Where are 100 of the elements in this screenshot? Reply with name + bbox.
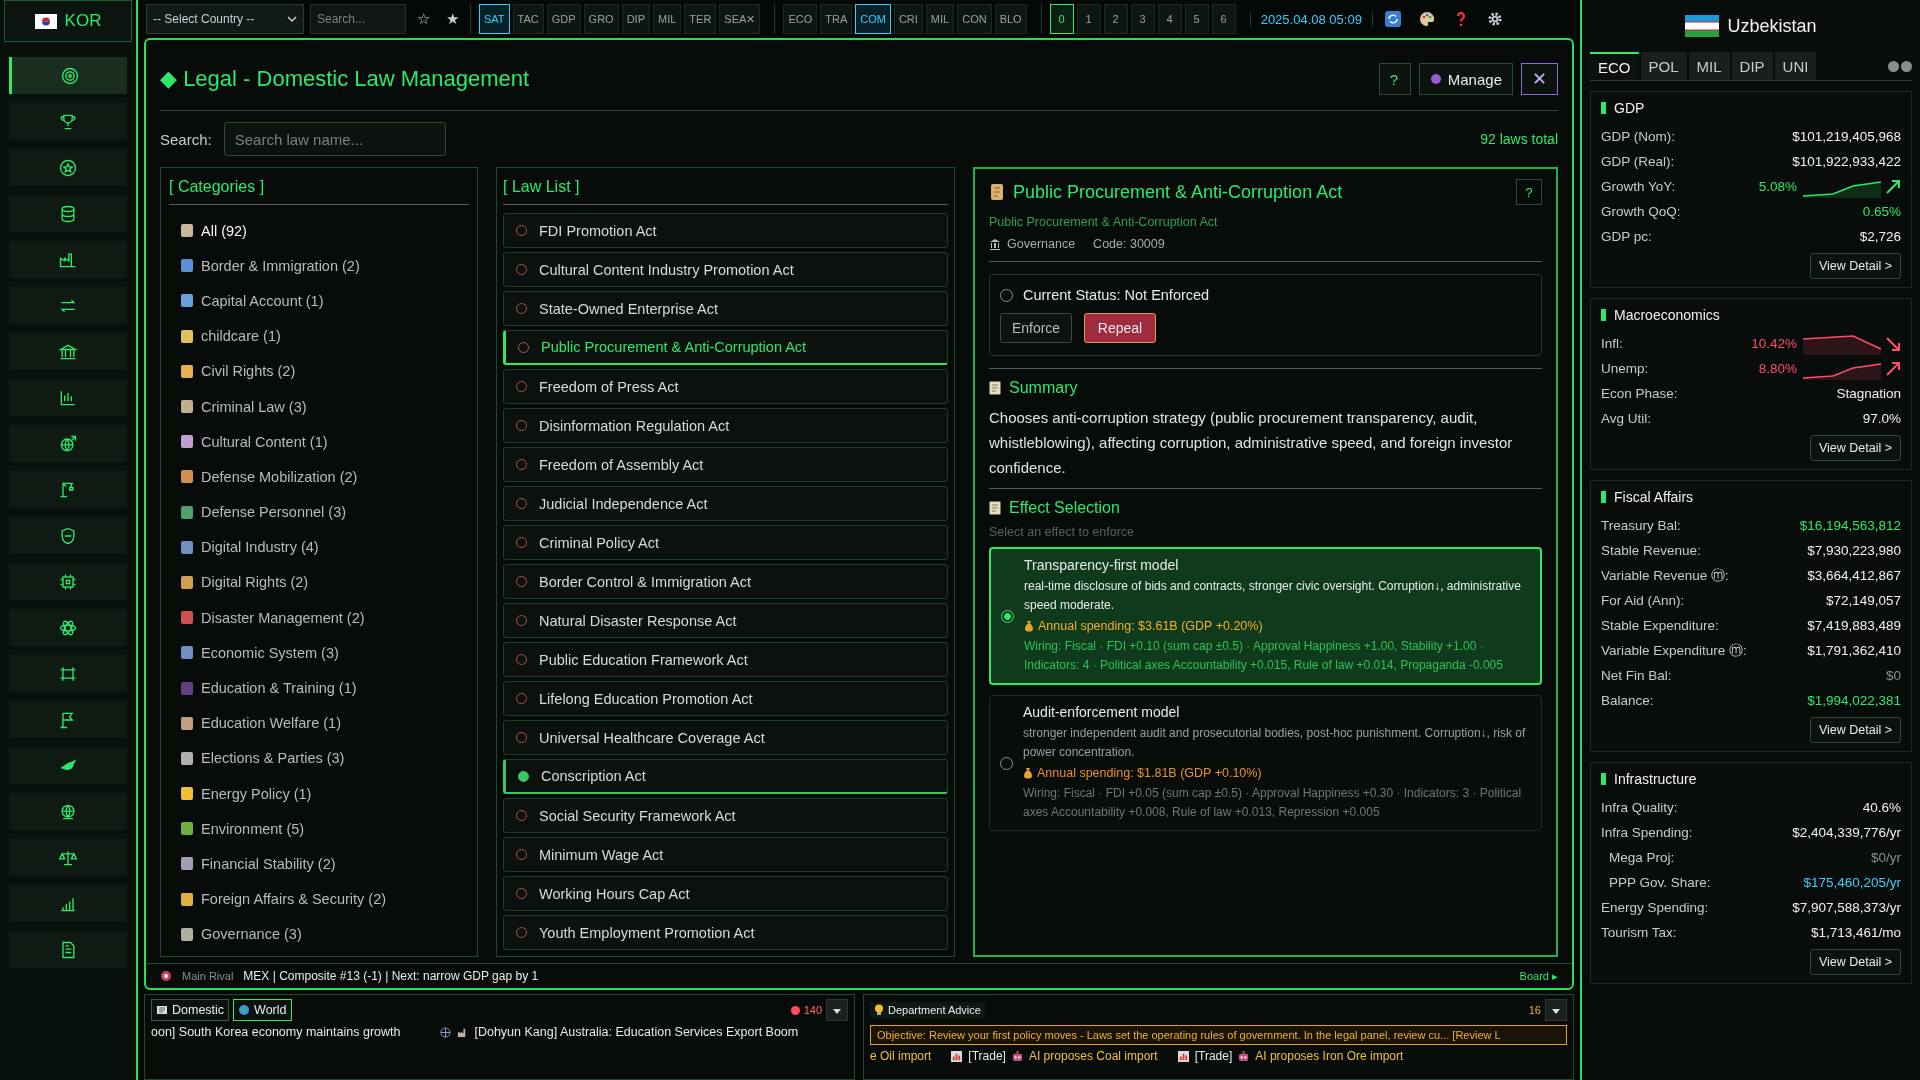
law-item[interactable]: Universal Healthcare Coverage Act: [503, 720, 948, 755]
map-tab[interactable]: CRI: [893, 4, 923, 34]
category-item[interactable]: Foreign Affairs & Security (2): [169, 881, 469, 917]
view-detail-button[interactable]: View Detail >: [1809, 949, 1901, 975]
law-item[interactable]: State-Owned Enterprise Act: [503, 291, 948, 326]
category-item[interactable]: Education & Training (1): [169, 670, 469, 706]
enforce-button[interactable]: Enforce: [1000, 313, 1072, 343]
news-item[interactable]: e Oil import: [870, 1049, 932, 1063]
map-tab[interactable]: GRO: [583, 4, 619, 34]
help-button[interactable]: ?: [1378, 63, 1411, 95]
effect-option[interactable]: [989, 695, 1542, 831]
panel-tab[interactable]: UNI: [1774, 52, 1817, 80]
effect-radio[interactable]: [1001, 609, 1014, 623]
map-tab[interactable]: 5: [1184, 4, 1209, 34]
law-item[interactable]: Social Security Framework Act: [503, 798, 948, 833]
category-item[interactable]: Cultural Content (1): [169, 424, 469, 460]
map-tab[interactable]: 1: [1076, 4, 1101, 34]
panel-tab[interactable]: POL: [1640, 52, 1687, 80]
category-item[interactable]: All (92): [169, 213, 469, 249]
sidebar-button[interactable]: [9, 195, 127, 232]
sidebar-button[interactable]: [9, 655, 127, 692]
law-item[interactable]: Freedom of Press Act: [503, 369, 948, 404]
law-item[interactable]: Lifelong Education Promotion Act: [503, 681, 948, 716]
news-tab[interactable]: World: [233, 999, 292, 1021]
favorite-button[interactable]: ★: [441, 10, 464, 28]
category-item[interactable]: Financial Stability (2): [169, 846, 469, 882]
panel-tab[interactable]: ECO: [1590, 52, 1639, 80]
category-item[interactable]: Digital Rights (2): [169, 564, 469, 601]
law-item[interactable]: Cultural Content Industry Promotion Act: [503, 252, 948, 287]
category-item[interactable]: Disaster Management (2): [169, 600, 469, 636]
next-button[interactable]: [1901, 60, 1912, 72]
category-item[interactable]: Border & Immigration (2): [169, 248, 469, 284]
map-tab[interactable]: BLO: [994, 4, 1027, 34]
map-tab[interactable]: SEA✕: [719, 4, 761, 34]
repeal-button[interactable]: Repeal: [1084, 313, 1156, 343]
law-item[interactable]: Disinformation Regulation Act: [503, 408, 948, 443]
map-tab[interactable]: MIL: [653, 4, 682, 34]
category-item[interactable]: childcare (1): [169, 318, 469, 354]
category-item[interactable]: Governance (3): [169, 916, 469, 952]
view-detail-button[interactable]: View Detail >: [1809, 717, 1901, 743]
law-item[interactable]: Border Control & Immigration Act: [503, 564, 948, 599]
law-item[interactable]: FDI Promotion Act: [503, 213, 948, 248]
sidebar-button[interactable]: [9, 931, 127, 968]
law-search-field[interactable]: Search law name...: [223, 122, 446, 156]
sidebar-button[interactable]: [9, 57, 127, 94]
news-item[interactable]: AI proposes Coal import: [1028, 1049, 1158, 1063]
news-item[interactable]: AI proposes Iron Ore import: [1255, 1049, 1404, 1063]
law-item[interactable]: Public Procurement & Anti-Corruption Act: [503, 330, 948, 365]
map-tab[interactable]: GDP: [546, 4, 581, 34]
category-item[interactable]: Criminal Law (3): [169, 388, 469, 425]
sidebar-button[interactable]: [9, 425, 127, 462]
news-item[interactable]: [Dohyun Kang] Australia: Education Services Export Boom: [474, 1025, 799, 1039]
view-detail-button[interactable]: View Detail >: [1809, 253, 1901, 279]
map-tab[interactable]: 4: [1157, 4, 1182, 34]
category-item[interactable]: Education Welfare (1): [169, 705, 469, 741]
settings-icon[interactable]: [1486, 11, 1503, 27]
sidebar-button[interactable]: [9, 609, 127, 646]
law-item[interactable]: Working Hours Cap Act: [503, 876, 948, 911]
law-item[interactable]: Freedom of Assembly Act: [503, 447, 948, 482]
category-item[interactable]: Elections & Parties (3): [169, 740, 469, 776]
player-country-badge[interactable]: KOR: [4, 0, 132, 42]
news-tab[interactable]: Domestic: [151, 999, 230, 1021]
law-item[interactable]: Criminal Policy Act: [503, 525, 948, 560]
map-tab[interactable]: TAC: [512, 4, 544, 34]
category-item[interactable]: Defense Personnel (3): [169, 494, 469, 530]
law-item[interactable]: Public Education Framework Act: [503, 642, 948, 677]
category-item[interactable]: Defense Mobilization (2): [169, 459, 469, 495]
category-item[interactable]: Digital Industry (4): [169, 529, 469, 565]
panel-tab[interactable]: MIL: [1688, 52, 1730, 80]
map-tab[interactable]: ECO: [783, 4, 818, 34]
close-button[interactable]: ✕: [1521, 63, 1558, 95]
objective-banner[interactable]: Objective: Review your first policy moves - Laws set the operating rules of government. In the legal panel, review cu... [Review L: [870, 1025, 1567, 1045]
palette-icon[interactable]: [1418, 11, 1435, 27]
map-tab[interactable]: TER: [684, 4, 717, 34]
law-item[interactable]: Minimum Wage Act: [503, 837, 948, 872]
category-item[interactable]: Environment (5): [169, 811, 469, 847]
sidebar-button[interactable]: [9, 793, 127, 830]
map-tab[interactable]: TRA: [820, 4, 853, 34]
sidebar-button[interactable]: [9, 333, 127, 370]
map-tab[interactable]: 2: [1103, 4, 1128, 34]
law-item[interactable]: Natural Disaster Response Act: [503, 603, 948, 638]
country-select[interactable]: -- Select Country --: [146, 4, 304, 34]
search-field[interactable]: Search...: [310, 4, 406, 34]
expand-button[interactable]: [1545, 999, 1567, 1021]
sidebar-button[interactable]: [9, 563, 127, 600]
law-item[interactable]: Conscription Act: [503, 759, 948, 794]
law-item[interactable]: Youth Employment Promotion Act: [503, 915, 948, 950]
map-tab[interactable]: SAT: [479, 4, 510, 34]
map-tab[interactable]: MIL: [925, 4, 955, 34]
law-item[interactable]: Judicial Independence Act: [503, 486, 948, 521]
map-tab[interactable]: DIP: [621, 4, 650, 34]
news-item[interactable]: oon] South Korea economy maintains growth: [151, 1025, 401, 1039]
map-tab[interactable]: 3: [1130, 4, 1155, 34]
map-tab[interactable]: COM: [855, 4, 891, 34]
board-link[interactable]: Board ▸: [1519, 969, 1558, 983]
category-item[interactable]: Economic System (3): [169, 635, 469, 671]
previous-button[interactable]: [1888, 60, 1899, 72]
sidebar-button[interactable]: [9, 839, 127, 876]
category-item[interactable]: Civil Rights (2): [169, 353, 469, 389]
map-tab[interactable]: CON: [957, 4, 992, 34]
